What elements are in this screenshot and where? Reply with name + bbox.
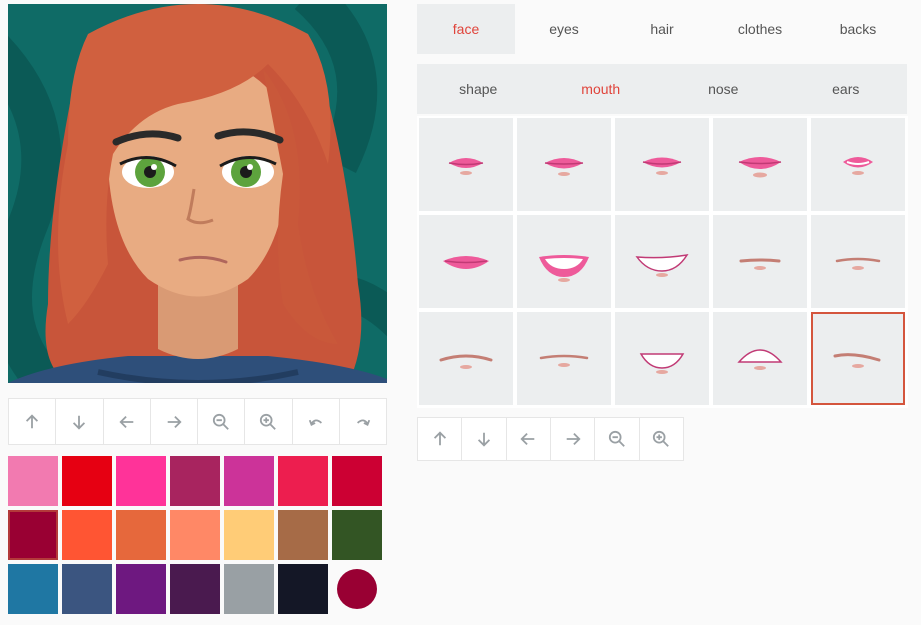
avatar-preview — [8, 4, 387, 383]
tab-hair[interactable]: hair — [613, 4, 711, 54]
color-swatch[interactable] — [62, 456, 112, 506]
mouth-shape-icon — [835, 257, 881, 270]
custom-color-picker[interactable] — [332, 564, 382, 614]
color-swatch[interactable] — [278, 510, 328, 560]
mouth-shape-icon — [635, 253, 689, 277]
mouth-shape-icon — [642, 157, 682, 175]
arrow-down-icon — [477, 432, 491, 447]
mouth-shape-icon — [539, 354, 589, 367]
move-down-button[interactable] — [56, 399, 104, 444]
color-swatch[interactable] — [224, 510, 274, 560]
part-zoom-in-button[interactable] — [640, 418, 683, 460]
tab-face[interactable]: face — [417, 4, 515, 54]
mouth-option[interactable] — [811, 118, 905, 211]
mouth-shape-icon — [539, 254, 589, 282]
mouth-shape-icon — [737, 348, 783, 370]
mouth-option[interactable] — [713, 312, 807, 405]
avatar-toolbar — [8, 398, 387, 445]
undo-icon — [308, 419, 322, 426]
mouth-option[interactable] — [517, 215, 611, 308]
arrow-down-icon — [73, 415, 86, 430]
mouth-shape-icon — [544, 157, 584, 176]
subtab-shape[interactable]: shape — [417, 64, 540, 114]
mouth-shape-icon — [739, 258, 781, 270]
color-swatch[interactable] — [224, 564, 274, 614]
mouth-shape-icon — [448, 157, 484, 175]
part-move-left-button[interactable] — [507, 418, 551, 460]
mouth-option[interactable] — [713, 215, 807, 308]
subtab-nose[interactable]: nose — [662, 64, 785, 114]
color-swatch[interactable] — [62, 564, 112, 614]
tab-eyes[interactable]: eyes — [515, 4, 613, 54]
part-zoom-out-button[interactable] — [595, 418, 640, 460]
color-swatches — [8, 456, 386, 614]
arrow-left-icon — [520, 432, 535, 446]
part-move-right-button[interactable] — [551, 418, 596, 460]
mouth-shape-icon — [738, 156, 782, 177]
arrow-up-icon — [26, 413, 39, 428]
tab-clothes[interactable]: clothes — [711, 4, 809, 54]
color-swatch[interactable] — [8, 564, 58, 614]
avatar-illustration — [8, 4, 387, 383]
color-swatch[interactable] — [116, 564, 166, 614]
zoom-out-icon — [608, 430, 625, 447]
part-move-up-button[interactable] — [418, 418, 463, 460]
category-tabs: face eyes hair clothes backs — [417, 4, 907, 54]
mouth-option[interactable] — [419, 312, 513, 405]
mouth-shape-icon — [443, 255, 489, 269]
color-swatch[interactable] — [170, 456, 220, 506]
arrow-right-icon — [566, 432, 581, 446]
color-swatch[interactable] — [116, 510, 166, 560]
mouth-option[interactable] — [419, 215, 513, 308]
arrow-right-icon — [167, 415, 182, 428]
subtab-ears[interactable]: ears — [785, 64, 908, 114]
color-swatch[interactable] — [62, 510, 112, 560]
color-swatch[interactable] — [170, 564, 220, 614]
mouth-shape-icon — [843, 156, 873, 175]
redo-button[interactable] — [340, 399, 386, 444]
mouth-shape-icon — [439, 354, 493, 369]
color-swatch[interactable] — [116, 456, 166, 506]
mouth-options-grid — [417, 116, 908, 408]
current-color-dot — [337, 569, 377, 609]
mouth-option[interactable] — [811, 215, 905, 308]
zoom-in-icon — [260, 413, 277, 430]
mouth-option[interactable] — [713, 118, 807, 211]
avatar-editor: face eyes hair clothes backs shape mouth nose e… — [0, 0, 921, 625]
zoom-in-icon — [653, 430, 670, 447]
mouth-option[interactable] — [615, 312, 709, 405]
color-swatch[interactable] — [332, 456, 382, 506]
mouth-shape-icon — [639, 352, 685, 374]
part-move-down-button[interactable] — [462, 418, 507, 460]
mouth-option[interactable] — [615, 118, 709, 211]
undo-button[interactable] — [293, 399, 340, 444]
mouth-shape-icon — [833, 352, 881, 368]
move-up-button[interactable] — [9, 399, 57, 444]
move-left-button[interactable] — [104, 399, 151, 444]
mouth-option[interactable] — [419, 118, 513, 211]
mouth-option[interactable] — [615, 215, 709, 308]
color-swatch[interactable] — [224, 456, 274, 506]
mouth-option[interactable] — [517, 312, 611, 405]
zoom-out-button[interactable] — [198, 399, 246, 444]
tab-backs[interactable]: backs — [809, 4, 907, 54]
mouth-option[interactable] — [811, 312, 905, 405]
subtab-mouth[interactable]: mouth — [540, 64, 663, 114]
color-swatch[interactable] — [278, 456, 328, 506]
redo-icon — [356, 419, 371, 426]
color-swatch[interactable] — [8, 510, 58, 560]
zoom-out-icon — [213, 413, 229, 430]
sub-category-tabs: shape mouth nose ears — [417, 64, 907, 114]
color-swatch[interactable] — [278, 564, 328, 614]
color-swatch[interactable] — [332, 510, 382, 560]
part-toolbar — [417, 417, 684, 461]
arrow-left-icon — [119, 415, 133, 428]
move-right-button[interactable] — [151, 399, 198, 444]
arrow-up-icon — [433, 431, 446, 446]
mouth-option[interactable] — [517, 118, 611, 211]
color-swatch[interactable] — [8, 456, 58, 506]
color-swatch[interactable] — [170, 510, 220, 560]
zoom-in-button[interactable] — [245, 399, 293, 444]
